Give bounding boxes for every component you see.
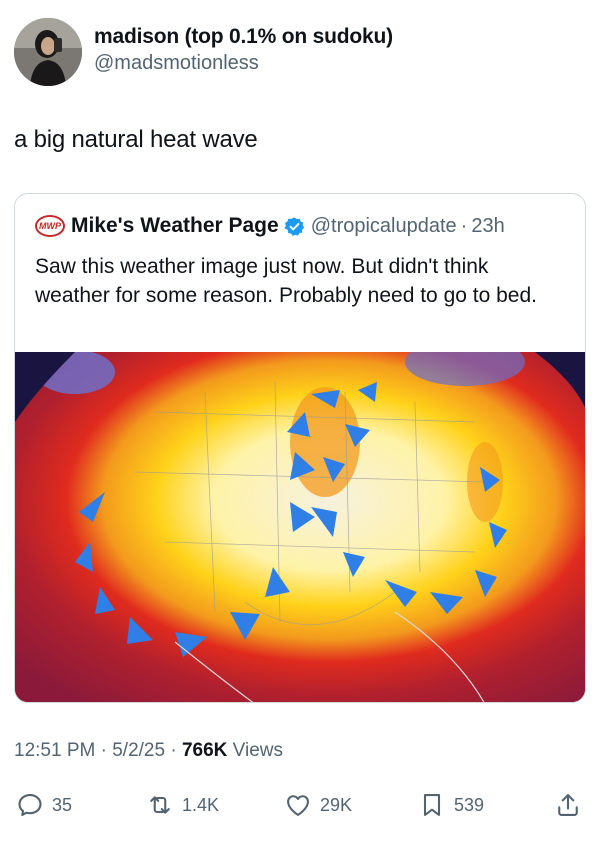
quoted-tweet[interactable]: MWP Mike's Weather Page @tropicalupdate … <box>14 193 586 703</box>
separator-dot: · <box>460 214 468 237</box>
tweet-header: madison (top 0.1% on sudoku) @madsmotion… <box>14 18 393 86</box>
bookmark-count: 539 <box>454 794 485 815</box>
repost-count: 1.4K <box>182 794 220 815</box>
like-icon <box>287 795 309 816</box>
quoted-timestamp[interactable]: 23h <box>471 215 504 238</box>
like-button[interactable]: 29K <box>284 785 352 825</box>
like-count: 29K <box>320 794 353 815</box>
quoted-text: Saw this weather image just now. But did… <box>35 255 537 307</box>
tweet-text: a big natural heat wave <box>14 126 258 153</box>
verified-icon <box>284 216 304 236</box>
reply-count: 35 <box>52 794 73 815</box>
share-button[interactable] <box>554 785 582 825</box>
tweet-date[interactable]: 5/2/25 <box>112 740 165 761</box>
action-bar: 35 1.4K 29K 539 <box>0 785 600 825</box>
tweet-meta: 12:51 PM · 5/2/25 · 766K Views <box>14 740 283 762</box>
quoted-display-name[interactable]: Mike's Weather Page <box>71 214 279 238</box>
views-count: 766K <box>181 740 228 761</box>
views-label: Views <box>232 740 283 761</box>
avatar[interactable] <box>14 18 82 86</box>
quoted-avatar[interactable]: MWP <box>35 215 65 237</box>
separator-dot: · <box>170 740 177 761</box>
heat-map-image[interactable] <box>15 352 585 702</box>
display-name[interactable]: madison (top 0.1% on sudoku) <box>94 24 393 50</box>
tweet-time[interactable]: 12:51 PM <box>14 740 95 761</box>
quoted-handle[interactable]: @tropicalupdate <box>311 215 457 238</box>
separator-dot: · <box>100 740 107 761</box>
quoted-tweet-header: MWP Mike's Weather Page @tropicalupdate … <box>35 214 505 238</box>
user-handle[interactable]: @madsmotionless <box>94 50 393 76</box>
reply-button[interactable]: 35 <box>16 785 72 825</box>
bookmark-icon <box>423 794 441 816</box>
bookmark-button[interactable]: 539 <box>418 785 484 825</box>
repost-icon <box>150 796 170 814</box>
reply-icon <box>18 794 42 816</box>
repost-button[interactable]: 1.4K <box>146 785 219 825</box>
share-icon <box>558 794 578 816</box>
